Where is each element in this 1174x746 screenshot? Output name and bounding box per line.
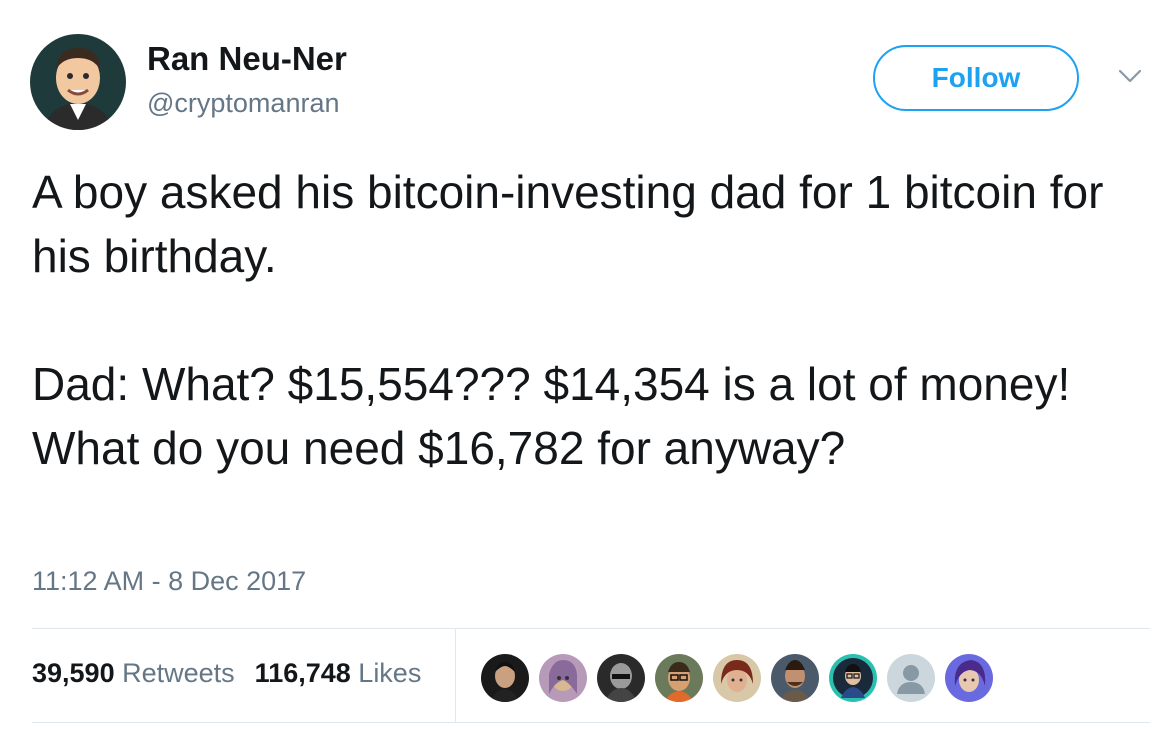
follow-button[interactable]: Follow bbox=[873, 45, 1079, 111]
tweet-timestamp[interactable]: 11:12 AM - 8 Dec 2017 bbox=[32, 566, 306, 597]
author-handle[interactable]: @cryptomanran bbox=[147, 88, 339, 119]
liker-avatar-default[interactable] bbox=[885, 652, 937, 704]
liker-avatar-2[interactable] bbox=[537, 652, 589, 704]
liker-avatar-5[interactable] bbox=[711, 652, 763, 704]
liker-avatar-6[interactable] bbox=[769, 652, 821, 704]
likes-count: 116,748 bbox=[254, 658, 351, 688]
liker-avatar-1[interactable] bbox=[479, 652, 531, 704]
author-display-name[interactable]: Ran Neu-Ner bbox=[147, 40, 347, 78]
author-avatar-icon bbox=[30, 34, 126, 130]
liker-avatar-9[interactable] bbox=[943, 652, 995, 704]
retweets-stat[interactable]: 39,590 Retweets bbox=[32, 658, 235, 688]
tweet-text: A boy asked his bitcoin-investing dad fo… bbox=[32, 160, 1142, 480]
divider bbox=[32, 722, 1150, 723]
retweets-label: Retweets bbox=[122, 658, 235, 688]
liker-avatar-3[interactable] bbox=[595, 652, 647, 704]
stats-divider bbox=[455, 629, 456, 722]
tweet-stats: 39,590 Retweets 116,748 Likes bbox=[32, 658, 421, 689]
liker-avatar-4[interactable] bbox=[653, 652, 705, 704]
likes-label: Likes bbox=[358, 658, 422, 688]
divider bbox=[32, 628, 1150, 629]
tweet-paragraph-2: Dad: What? $15,554??? $14,354 is a lot o… bbox=[32, 358, 1071, 474]
more-options-chevron-down-icon[interactable] bbox=[1117, 66, 1143, 86]
retweets-count: 39,590 bbox=[32, 658, 115, 688]
liker-avatar-7[interactable] bbox=[827, 652, 879, 704]
author-avatar[interactable] bbox=[30, 34, 126, 130]
tweet-paragraph-1: A boy asked his bitcoin-investing dad fo… bbox=[32, 166, 1104, 282]
likes-stat[interactable]: 116,748 Likes bbox=[255, 658, 422, 688]
